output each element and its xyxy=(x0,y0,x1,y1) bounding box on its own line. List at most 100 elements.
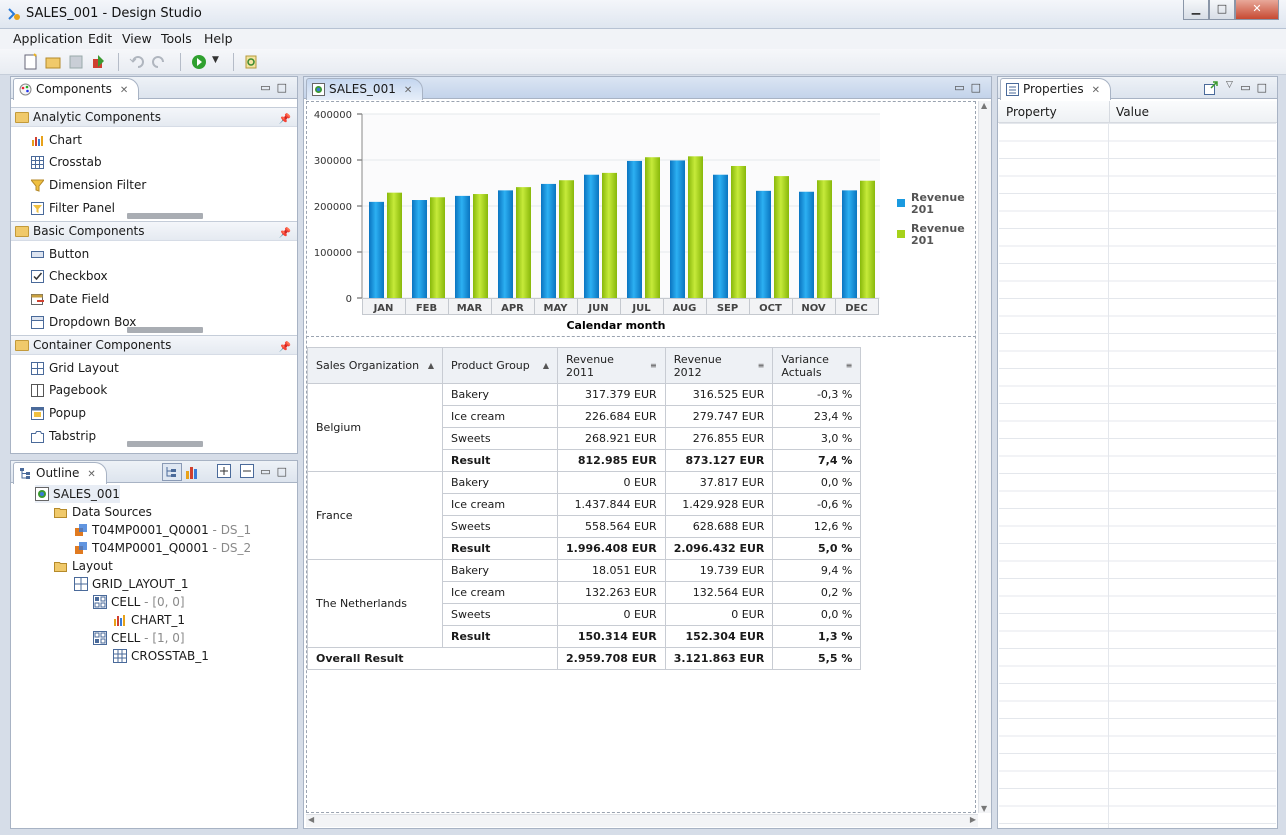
tree-view-icon[interactable] xyxy=(162,463,182,481)
pin-icon[interactable]: 📌 xyxy=(279,338,291,357)
bar-oct-series-2[interactable] xyxy=(774,176,789,298)
tab-sales-001[interactable]: SALES_001 ✕ xyxy=(306,78,424,100)
bar-aug-series-1[interactable] xyxy=(670,160,685,298)
section-scroll-indicator[interactable] xyxy=(127,213,203,219)
outline-item-root[interactable]: SALES_001 xyxy=(35,485,120,503)
close-tab-icon[interactable]: ✕ xyxy=(120,85,128,96)
revenue-chart[interactable]: 0 100000 200000 300000 400000 JAN FEB MAR APR MA… xyxy=(305,101,973,335)
redo-icon[interactable] xyxy=(150,53,168,71)
maximize-button[interactable]: □ xyxy=(1209,0,1235,20)
close-tab-icon[interactable]: ✕ xyxy=(87,469,95,480)
vertical-scrollbar[interactable]: ▲ ▼ xyxy=(978,101,991,813)
crosstab-table[interactable]: Sales Organization ▲ Product Group ▲ Revenue… xyxy=(307,347,862,670)
new-file-icon[interactable] xyxy=(22,53,40,71)
bar-may-series-1[interactable] xyxy=(541,183,556,298)
section-scroll-indicator[interactable] xyxy=(127,327,203,333)
sort-icon[interactable]: ▲ xyxy=(428,361,434,370)
bar-dec-series-2[interactable] xyxy=(860,180,875,298)
bar-sep-series-1[interactable] xyxy=(713,174,728,298)
close-tab-icon[interactable]: ✕ xyxy=(1092,85,1100,96)
menu-tools[interactable]: Tools xyxy=(161,31,192,46)
sort-icon[interactable]: ▲ xyxy=(543,361,549,370)
bar-jul-series-1[interactable] xyxy=(627,160,642,298)
section-container-components[interactable]: Container Components 📌 xyxy=(11,335,297,355)
bar-nov-series-1[interactable] xyxy=(799,191,814,298)
open-folder-icon[interactable] xyxy=(44,53,62,71)
bar-sep-series-2[interactable] xyxy=(731,165,746,298)
pin-icon[interactable]: 📌 xyxy=(279,110,291,129)
outline-item-layout[interactable]: Layout xyxy=(54,557,113,575)
tab-outline[interactable]: Outline ✕ xyxy=(13,462,107,484)
bar-mar-series-1[interactable] xyxy=(455,195,470,298)
bar-dec-series-1[interactable] xyxy=(842,190,857,298)
properties-grid[interactable] xyxy=(999,123,1276,828)
view-menu-icon[interactable]: ▽ xyxy=(1226,80,1233,90)
column-header-1[interactable]: Product Group ▲ xyxy=(442,347,558,384)
component-tabstrip[interactable]: Tabstrip xyxy=(29,425,96,447)
outline-item-chart[interactable]: CHART_1 xyxy=(113,611,185,629)
pin-icon[interactable]: 📌 xyxy=(279,224,291,243)
chart-legend[interactable]: Revenue 201 Revenue 201 xyxy=(897,191,965,247)
bar-jun-series-2[interactable] xyxy=(602,172,617,298)
outline-item-cell-1[interactable]: CELL - [1, 0] xyxy=(93,629,185,647)
component-dimension-filter[interactable]: Dimension Filter xyxy=(29,174,146,196)
component-pagebook[interactable]: Pagebook xyxy=(29,379,107,401)
minimize-maximize-icon[interactable]: ▭□ xyxy=(954,81,987,94)
outline-item-grid-layout[interactable]: GRID_LAYOUT_1 xyxy=(74,575,189,593)
bar-may-series-2[interactable] xyxy=(559,180,574,298)
undo-icon[interactable] xyxy=(128,53,146,71)
component-popup[interactable]: Popup xyxy=(29,402,86,424)
sort-icon[interactable]: ≡ xyxy=(758,361,765,370)
component-checkbox[interactable]: Checkbox xyxy=(29,265,108,287)
sort-icon[interactable]: ≡ xyxy=(650,361,657,370)
outline-item-data-sources[interactable]: Data Sources xyxy=(54,503,152,521)
bar-feb-series-2[interactable] xyxy=(430,197,445,298)
column-header-2[interactable]: Revenue 2011 ≡ xyxy=(557,347,666,384)
close-tab-icon[interactable]: ✕ xyxy=(404,85,412,96)
outline-item-cell-0[interactable]: CELL - [0, 0] xyxy=(93,593,185,611)
bar-jun-series-1[interactable] xyxy=(584,174,599,298)
component-dropdown-box[interactable]: Dropdown Box xyxy=(29,311,136,333)
column-header-0[interactable]: Sales Organization ▲ xyxy=(307,347,443,384)
pin-editor-icon[interactable] xyxy=(1204,81,1218,95)
sort-icon[interactable]: ≡ xyxy=(846,361,853,370)
bar-apr-series-2[interactable] xyxy=(516,187,531,298)
minimize-button[interactable]: ▁ xyxy=(1183,0,1209,20)
bar-aug-series-2[interactable] xyxy=(688,156,703,298)
component-filter-panel[interactable]: Filter Panel xyxy=(29,197,115,219)
bar-mar-series-2[interactable] xyxy=(473,194,488,298)
tab-properties[interactable]: Properties ✕ xyxy=(1000,78,1112,100)
menu-view[interactable]: View xyxy=(122,31,152,46)
menu-help[interactable]: Help xyxy=(204,31,233,46)
close-button[interactable]: ✕ xyxy=(1235,0,1279,20)
section-analytic-components[interactable]: Analytic Components 📌 xyxy=(11,107,297,127)
bar-jan-series-1[interactable] xyxy=(369,201,384,298)
tab-components[interactable]: Components ✕ xyxy=(13,78,140,100)
minimize-maximize-icon[interactable]: ▭□ xyxy=(260,465,293,478)
outline-item-ds1[interactable]: T04MP0001_Q0001 - DS_1 xyxy=(74,521,251,539)
section-basic-components[interactable]: Basic Components 📌 xyxy=(11,221,297,241)
minimize-maximize-icon[interactable]: ▭□ xyxy=(1240,81,1273,94)
menu-edit[interactable]: Edit xyxy=(88,31,112,46)
bar-oct-series-1[interactable] xyxy=(756,190,771,298)
collapse-all-icon[interactable] xyxy=(240,464,254,478)
component-crosstab[interactable]: Crosstab xyxy=(29,151,102,173)
save-icon[interactable] xyxy=(67,53,85,71)
component-date-field[interactable]: Date Field xyxy=(29,288,109,310)
bar-nov-series-2[interactable] xyxy=(817,180,832,298)
section-scroll-indicator[interactable] xyxy=(127,441,203,447)
bar-apr-series-1[interactable] xyxy=(498,190,513,298)
bar-jul-series-2[interactable] xyxy=(645,157,660,298)
expand-all-icon[interactable] xyxy=(217,464,231,478)
chart-view-icon[interactable] xyxy=(185,464,201,480)
execute-dropdown-icon[interactable]: ▼ xyxy=(212,55,219,65)
column-header-3[interactable]: Revenue 2012 ≡ xyxy=(664,347,774,384)
outline-item-ds2[interactable]: T04MP0001_Q0001 - DS_2 xyxy=(74,539,251,557)
bar-jan-series-2[interactable] xyxy=(387,192,402,298)
outline-item-crosstab[interactable]: CROSSTAB_1 xyxy=(113,647,209,665)
menu-application[interactable]: Application xyxy=(13,31,83,46)
deploy-icon[interactable] xyxy=(90,53,108,71)
execute-icon[interactable] xyxy=(190,53,208,71)
refresh-icon[interactable] xyxy=(242,53,260,71)
column-header-4[interactable]: Variance Actuals ≡ xyxy=(772,347,862,384)
